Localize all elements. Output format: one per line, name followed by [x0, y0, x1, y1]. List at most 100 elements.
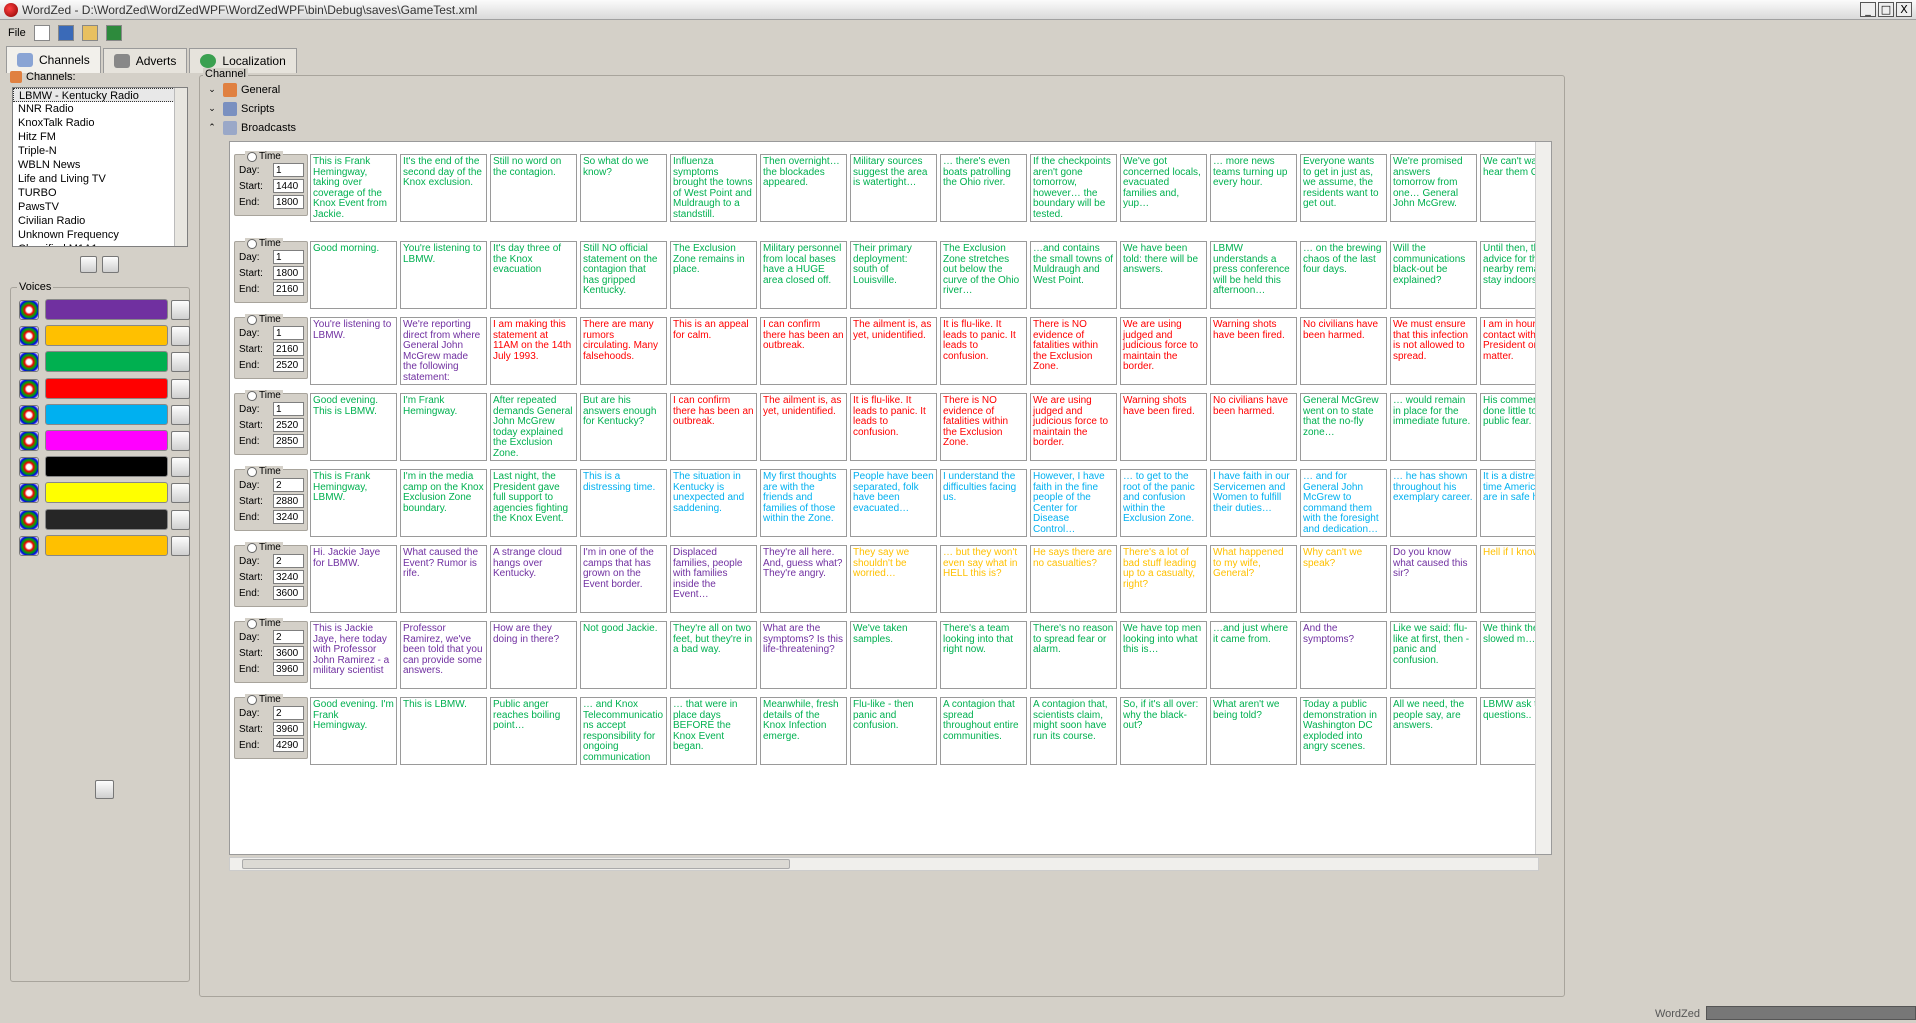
broadcast-line-cell[interactable]: There are many rumors circulating. Many …	[580, 317, 667, 385]
broadcast-line-cell[interactable]: Their primary deployment: south of Louis…	[850, 241, 937, 309]
day-input[interactable]	[273, 250, 304, 264]
broadcast-line-cell[interactable]: We're promised answers tomorrow from one…	[1390, 154, 1477, 222]
tab-adverts[interactable]: Adverts	[102, 48, 188, 73]
scripts-expander[interactable]: ⌄ Scripts	[205, 100, 275, 118]
channel-list-item[interactable]: WBLN News	[13, 158, 187, 172]
broadcast-line-cell[interactable]: This is a distressing time.	[580, 469, 667, 537]
channel-list-item[interactable]: NNR Radio	[13, 102, 187, 116]
close-button[interactable]: X	[1896, 2, 1912, 17]
start-input[interactable]	[273, 266, 304, 280]
voice-color-swatch[interactable]	[45, 534, 168, 556]
broadcast-line-cell[interactable]: There's a team looking into that right n…	[940, 621, 1027, 689]
voice-person-button[interactable]	[171, 483, 190, 504]
broadcast-line-cell[interactable]: Flu-like - then panic and confusion.	[850, 697, 937, 765]
end-input[interactable]	[273, 282, 304, 296]
color-picker-button[interactable]	[19, 300, 39, 320]
broadcast-line-cell[interactable]: We've got concerned locals, evacuated fa…	[1120, 154, 1207, 222]
broadcast-line-cell[interactable]: I can confirm there has been an outbreak…	[670, 393, 757, 461]
day-input[interactable]	[273, 163, 304, 177]
channel-list-item[interactable]: Hitz FM	[13, 130, 187, 144]
start-input[interactable]	[273, 570, 304, 584]
broadcast-line-cell[interactable]: We are using judged and judicious force …	[1120, 317, 1207, 385]
broadcast-line-cell[interactable]: Will the communications black-out be exp…	[1390, 241, 1477, 309]
add-channel-button[interactable]	[80, 256, 97, 273]
broadcast-line-cell[interactable]: The Exclusion Zone stretches out below t…	[940, 241, 1027, 309]
broadcast-line-cell[interactable]: Public anger reaches boiling point…	[490, 697, 577, 765]
menu-file[interactable]: File	[8, 27, 26, 39]
broadcast-line-cell[interactable]: … to get to the root of the panic and co…	[1120, 469, 1207, 537]
broadcast-line-cell[interactable]: No civilians have been harmed.	[1300, 317, 1387, 385]
broadcast-line-cell[interactable]: We have been told: there will be answers…	[1120, 241, 1207, 309]
scroll-thumb[interactable]	[242, 859, 790, 869]
broadcast-line-cell[interactable]: This is an appeal for calm.	[670, 317, 757, 385]
broadcast-line-cell[interactable]: We must ensure that this infection is no…	[1390, 317, 1477, 385]
broadcast-line-cell[interactable]: You're listening to LBMW.	[310, 317, 397, 385]
broadcast-line-cell[interactable]: Good morning.	[310, 241, 397, 309]
voice-person-button[interactable]	[171, 535, 190, 556]
broadcast-line-cell[interactable]: …and contains the small towns of Muldrau…	[1030, 241, 1117, 309]
voice-color-swatch[interactable]	[45, 325, 168, 347]
voice-color-swatch[interactable]	[45, 299, 168, 320]
broadcast-line-cell[interactable]: The Exclusion Zone remains in place.	[670, 241, 757, 309]
voice-person-button[interactable]	[171, 352, 190, 373]
channel-list-item[interactable]: Classified M1A1	[13, 242, 187, 246]
broadcast-line-cell[interactable]: Do you know what caused this sir?	[1390, 545, 1477, 613]
broadcast-line-cell[interactable]: Warning shots have been fired.	[1210, 317, 1297, 385]
start-input[interactable]	[273, 179, 304, 193]
voice-color-swatch[interactable]	[45, 430, 168, 451]
broadcast-line-cell[interactable]: Why can't we speak?	[1300, 545, 1387, 613]
broadcast-line-cell[interactable]: The ailment is, as yet, unidentified.	[760, 393, 847, 461]
broadcast-line-cell[interactable]: There is NO evidence of fatalities withi…	[1030, 317, 1117, 385]
day-input[interactable]	[273, 630, 304, 644]
broadcast-line-cell[interactable]: Like we said: flu-like at first, then - …	[1390, 621, 1477, 689]
voice-color-swatch[interactable]	[45, 403, 168, 425]
color-picker-button[interactable]	[19, 431, 39, 451]
broadcast-line-cell[interactable]: My first thoughts are with the friends a…	[760, 469, 847, 537]
minimize-button[interactable]: _	[1860, 2, 1876, 17]
broadcast-line-cell[interactable]: Meanwhile, fresh details of the Knox Inf…	[760, 697, 847, 765]
broadcast-line-cell[interactable]: We are using judged and judicious force …	[1030, 393, 1117, 461]
end-input[interactable]	[273, 510, 304, 524]
broadcast-line-cell[interactable]: However, I have faith in the fine people…	[1030, 469, 1117, 537]
voice-color-swatch[interactable]	[45, 351, 168, 373]
broadcast-line-cell[interactable]: So what do we know?	[580, 154, 667, 222]
voice-color-swatch[interactable]	[45, 456, 168, 478]
broadcast-line-cell[interactable]: Still NO official statement on the conta…	[580, 241, 667, 309]
voice-color-swatch[interactable]	[45, 482, 168, 504]
broadcast-line-cell[interactable]: Warning shots have been fired.	[1120, 393, 1207, 461]
broadcast-line-cell[interactable]: No civilians have been harmed.	[1210, 393, 1297, 461]
voice-person-button[interactable]	[171, 300, 190, 320]
voice-color-swatch[interactable]	[45, 377, 168, 399]
channel-list-item[interactable]: LBMW - Kentucky Radio	[13, 88, 187, 102]
broadcast-line-cell[interactable]: We're reporting direct from where Genera…	[400, 317, 487, 385]
color-picker-button[interactable]	[19, 352, 39, 373]
start-input[interactable]	[273, 722, 304, 736]
broadcast-line-cell[interactable]: There is NO evidence of fatalities withi…	[940, 393, 1027, 461]
broadcast-line-cell[interactable]: We have top men looking into what this i…	[1120, 621, 1207, 689]
channel-list[interactable]: LBMW - Kentucky Radio NNR Radio KnoxTalk R…	[12, 87, 188, 247]
broadcast-line-cell[interactable]: … more news teams turning up every hour.	[1210, 154, 1297, 222]
broadcast-line-cell[interactable]: Not good Jackie.	[580, 621, 667, 689]
broadcast-line-cell[interactable]: What aren't we being told?	[1210, 697, 1297, 765]
new-file-icon[interactable]	[33, 25, 50, 41]
broadcast-line-cell[interactable]: Still no word on the contagion.	[490, 154, 577, 222]
voice-person-button[interactable]	[171, 457, 190, 478]
start-input[interactable]	[273, 418, 304, 432]
broadcast-line-cell[interactable]: I am making this statement at 11AM on th…	[490, 317, 577, 385]
broadcast-line-cell[interactable]: It's day three of the Knox evacuation	[490, 241, 577, 309]
broadcast-line-cell[interactable]: After repeated demands General John McGr…	[490, 393, 577, 461]
broadcast-line-cell[interactable]: Hi. Jackie Jaye for LBMW.	[310, 545, 397, 613]
voice-person-button[interactable]	[171, 431, 190, 451]
broadcast-line-cell[interactable]: There's no reason to spread fear or alar…	[1030, 621, 1117, 689]
channel-list-item[interactable]: Life and Living TV	[13, 172, 187, 186]
color-picker-button[interactable]	[19, 509, 39, 530]
start-input[interactable]	[273, 494, 304, 508]
broadcast-line-cell[interactable]: The ailment is, as yet, unidentified.	[850, 317, 937, 385]
broadcast-line-cell[interactable]: … he has shown throughout his exemplary …	[1390, 469, 1477, 537]
voice-person-button[interactable]	[171, 378, 190, 399]
broadcast-line-cell[interactable]: I understand the difficulties facing us.	[940, 469, 1027, 537]
color-picker-button[interactable]	[19, 535, 39, 556]
broadcast-line-cell[interactable]: I'm in the media camp on the Knox Exclus…	[400, 469, 487, 537]
broadcast-line-cell[interactable]: Good evening. I'm Frank Hemingway.	[310, 697, 397, 765]
end-input[interactable]	[273, 738, 304, 752]
